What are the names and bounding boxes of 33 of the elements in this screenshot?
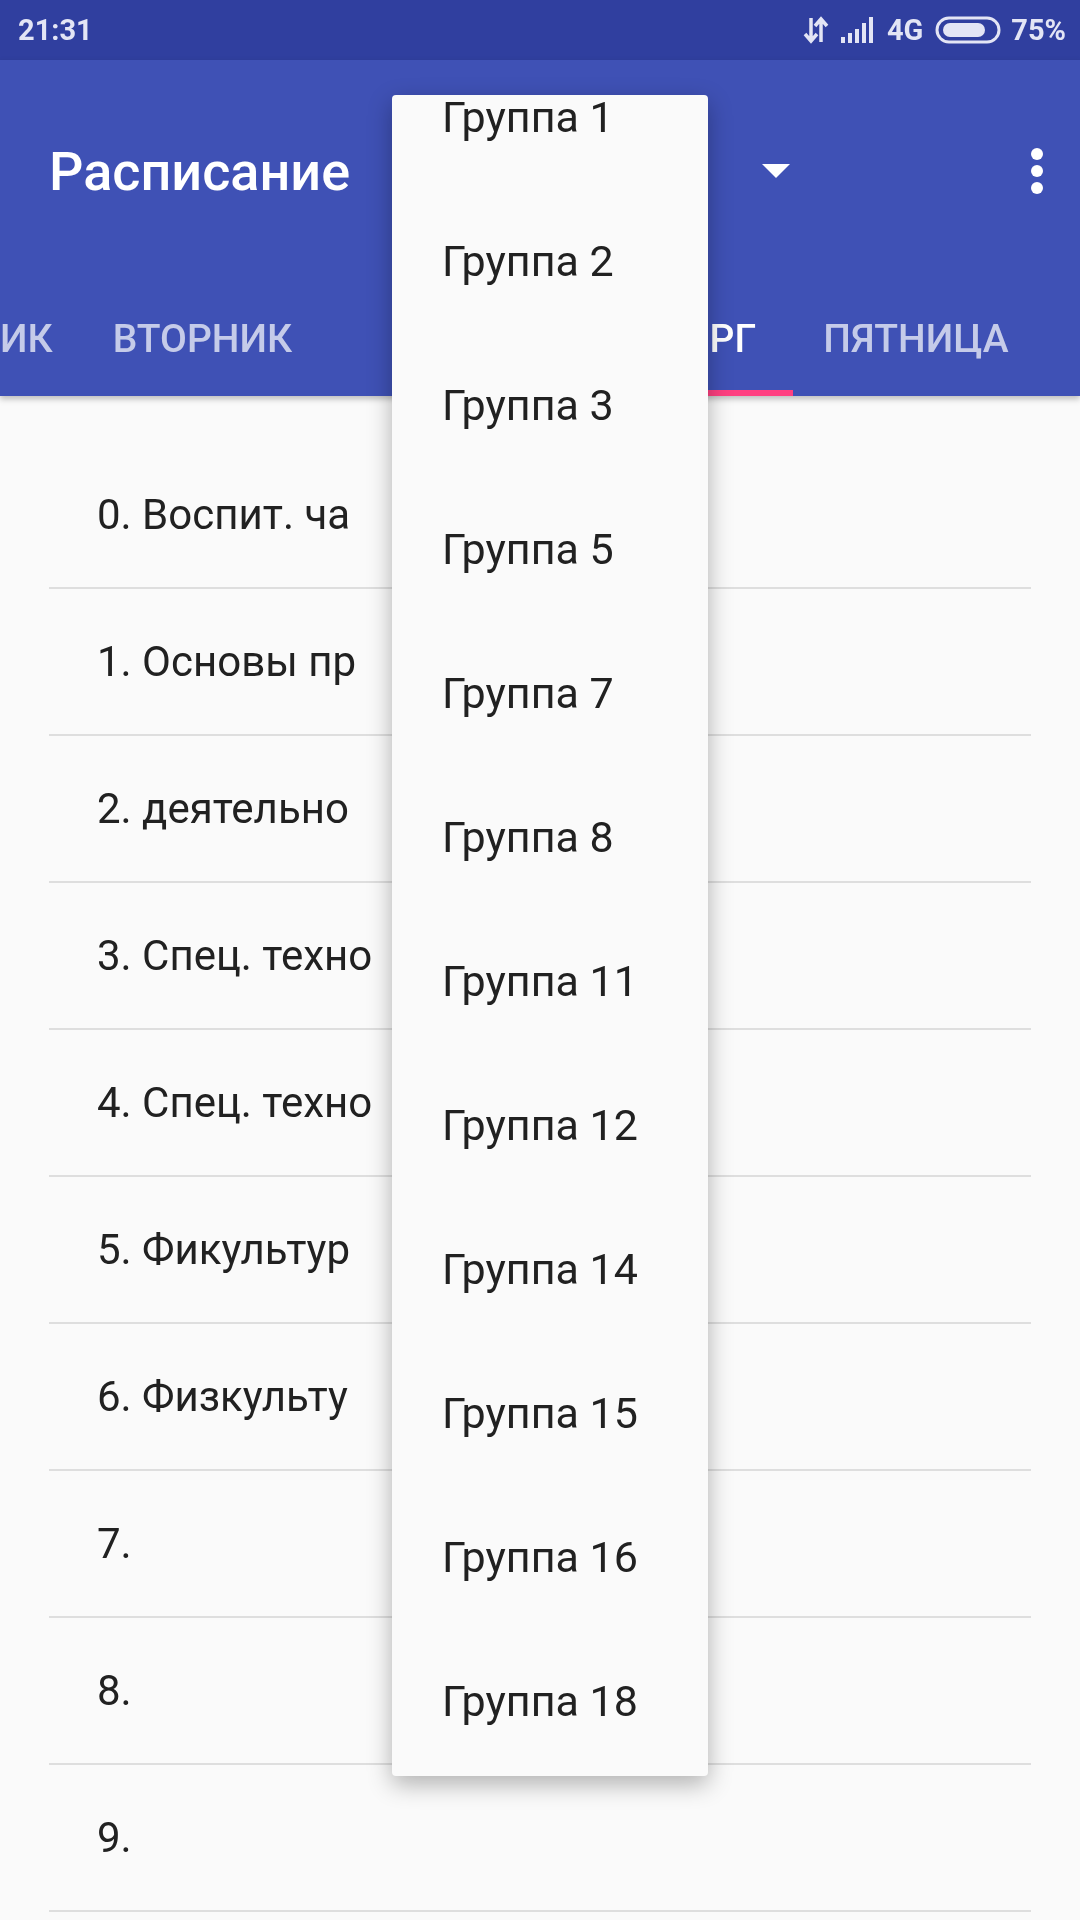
group-option[interactable]: Группа 18 bbox=[392, 1629, 708, 1773]
lesson-text: 1. Основы пр bbox=[97, 637, 356, 686]
group-option[interactable]: Группа 1 bbox=[392, 95, 708, 189]
app-title: Расписание bbox=[49, 139, 351, 203]
battery-icon bbox=[935, 16, 1002, 44]
group-option[interactable]: Группа 15 bbox=[392, 1341, 708, 1485]
lesson-text: 3. Спец. техно bbox=[97, 931, 373, 980]
more-options-icon[interactable] bbox=[1030, 148, 1044, 194]
group-option[interactable]: Группа 8 bbox=[392, 765, 708, 909]
day-tab[interactable]: ИК bbox=[0, 282, 83, 396]
day-tab[interactable]: ВТОРНИК bbox=[82, 282, 323, 396]
lesson-text: 0. Воспит. ча bbox=[97, 490, 351, 539]
network-type: 4G bbox=[886, 13, 924, 47]
dropdown-arrow-icon[interactable] bbox=[762, 164, 790, 178]
battery-percent: 75% bbox=[1011, 13, 1066, 47]
clock: 21:31 bbox=[18, 13, 93, 47]
data-arrows-icon bbox=[802, 16, 829, 44]
group-option[interactable]: Группа 14 bbox=[392, 1197, 708, 1341]
day-tab[interactable]: ПЯТНИЦА bbox=[793, 282, 1039, 396]
group-option[interactable]: Группа 11 bbox=[392, 909, 708, 1053]
group-option[interactable]: Группа 2 bbox=[392, 189, 708, 333]
group-option[interactable]: Группа 12 bbox=[392, 1053, 708, 1197]
lesson-text: 4. Спец. техно bbox=[97, 1078, 373, 1127]
group-option[interactable]: Группа 16 bbox=[392, 1485, 708, 1629]
lesson-text: 9. bbox=[97, 1813, 132, 1862]
lesson-text: 7. bbox=[97, 1519, 132, 1568]
group-option[interactable]: Группа 5 bbox=[392, 477, 708, 621]
lesson-text: 8. bbox=[97, 1666, 132, 1715]
lesson-text: 5. Фикультур bbox=[97, 1225, 351, 1274]
group-option[interactable]: Группа 3 bbox=[392, 333, 708, 477]
lesson-text: 2. деятельно bbox=[97, 784, 349, 833]
lesson-text: 6. Физкульту bbox=[97, 1372, 348, 1421]
group-option[interactable]: Группа 7 bbox=[392, 621, 708, 765]
